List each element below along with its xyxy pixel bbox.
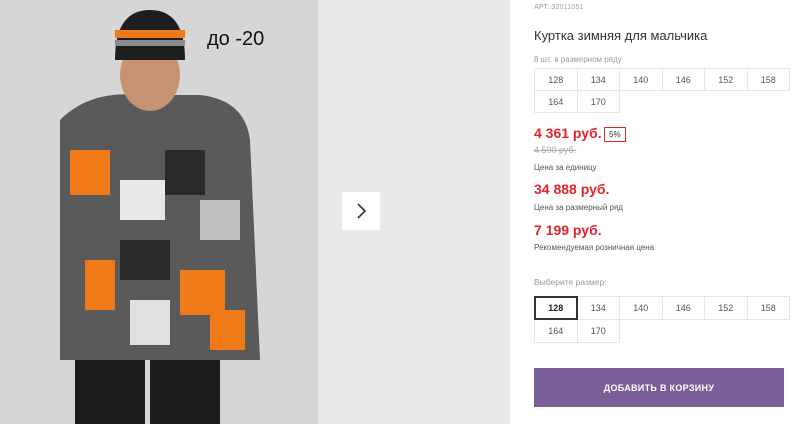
product-photo[interactable] — [0, 0, 318, 424]
retail-price: 7 199 руб. — [534, 222, 602, 238]
size-option[interactable]: 158 — [746, 296, 790, 320]
size-option[interactable]: 146 — [661, 296, 705, 320]
unit-price-caption: Цена за единицу — [534, 163, 597, 172]
set-price: 34 888 руб. — [534, 181, 610, 197]
next-image-button[interactable] — [342, 192, 380, 230]
size-option[interactable]: 170 — [576, 319, 620, 343]
choose-size-label: Выберите размер: — [534, 277, 607, 287]
set-size-cell: 158 — [746, 68, 790, 91]
set-size-cell: 152 — [704, 68, 748, 91]
set-size-cell: 134 — [576, 68, 620, 91]
set-price-caption: Цена за размерный ряд — [534, 203, 623, 212]
discount-badge: 5% — [604, 127, 626, 142]
size-picker: 128 134 140 146 152 158 164 170 — [534, 296, 790, 343]
add-to-cart-button[interactable]: ДОБАВИТЬ В КОРЗИНУ — [534, 368, 784, 407]
set-size-cell: 128 — [534, 68, 578, 91]
product-info-panel: АРТ.:32011051 Куртка зимняя для мальчика… — [520, 0, 800, 424]
set-size-note: 8 шт. в размерном ряду — [534, 55, 622, 64]
chevron-right-icon — [357, 203, 367, 219]
set-size-grid: 128 134 140 146 152 158 164 170 — [534, 68, 790, 113]
boy-in-jacket-image — [0, 0, 318, 424]
retail-price-caption: Рекомендуемая розничная цена — [534, 243, 655, 252]
size-option-selected[interactable]: 128 — [534, 296, 578, 320]
old-price: 4 590 руб. — [534, 145, 577, 155]
size-option[interactable]: 164 — [534, 319, 578, 343]
set-size-cell: 140 — [619, 68, 663, 91]
unit-price: 4 361 руб. — [534, 125, 602, 141]
product-title: Куртка зимняя для мальчика — [534, 28, 708, 43]
temperature-label: до -20 — [207, 28, 265, 50]
product-gallery: до -20 — [0, 0, 510, 424]
article-number: АРТ.:32011051 — [534, 4, 584, 11]
set-size-cell: 164 — [534, 90, 578, 113]
set-size-cell: 146 — [661, 68, 705, 91]
size-option[interactable]: 152 — [704, 296, 748, 320]
size-option[interactable]: 134 — [576, 296, 620, 320]
set-size-cell: 170 — [576, 90, 620, 113]
size-option[interactable]: 140 — [619, 296, 663, 320]
